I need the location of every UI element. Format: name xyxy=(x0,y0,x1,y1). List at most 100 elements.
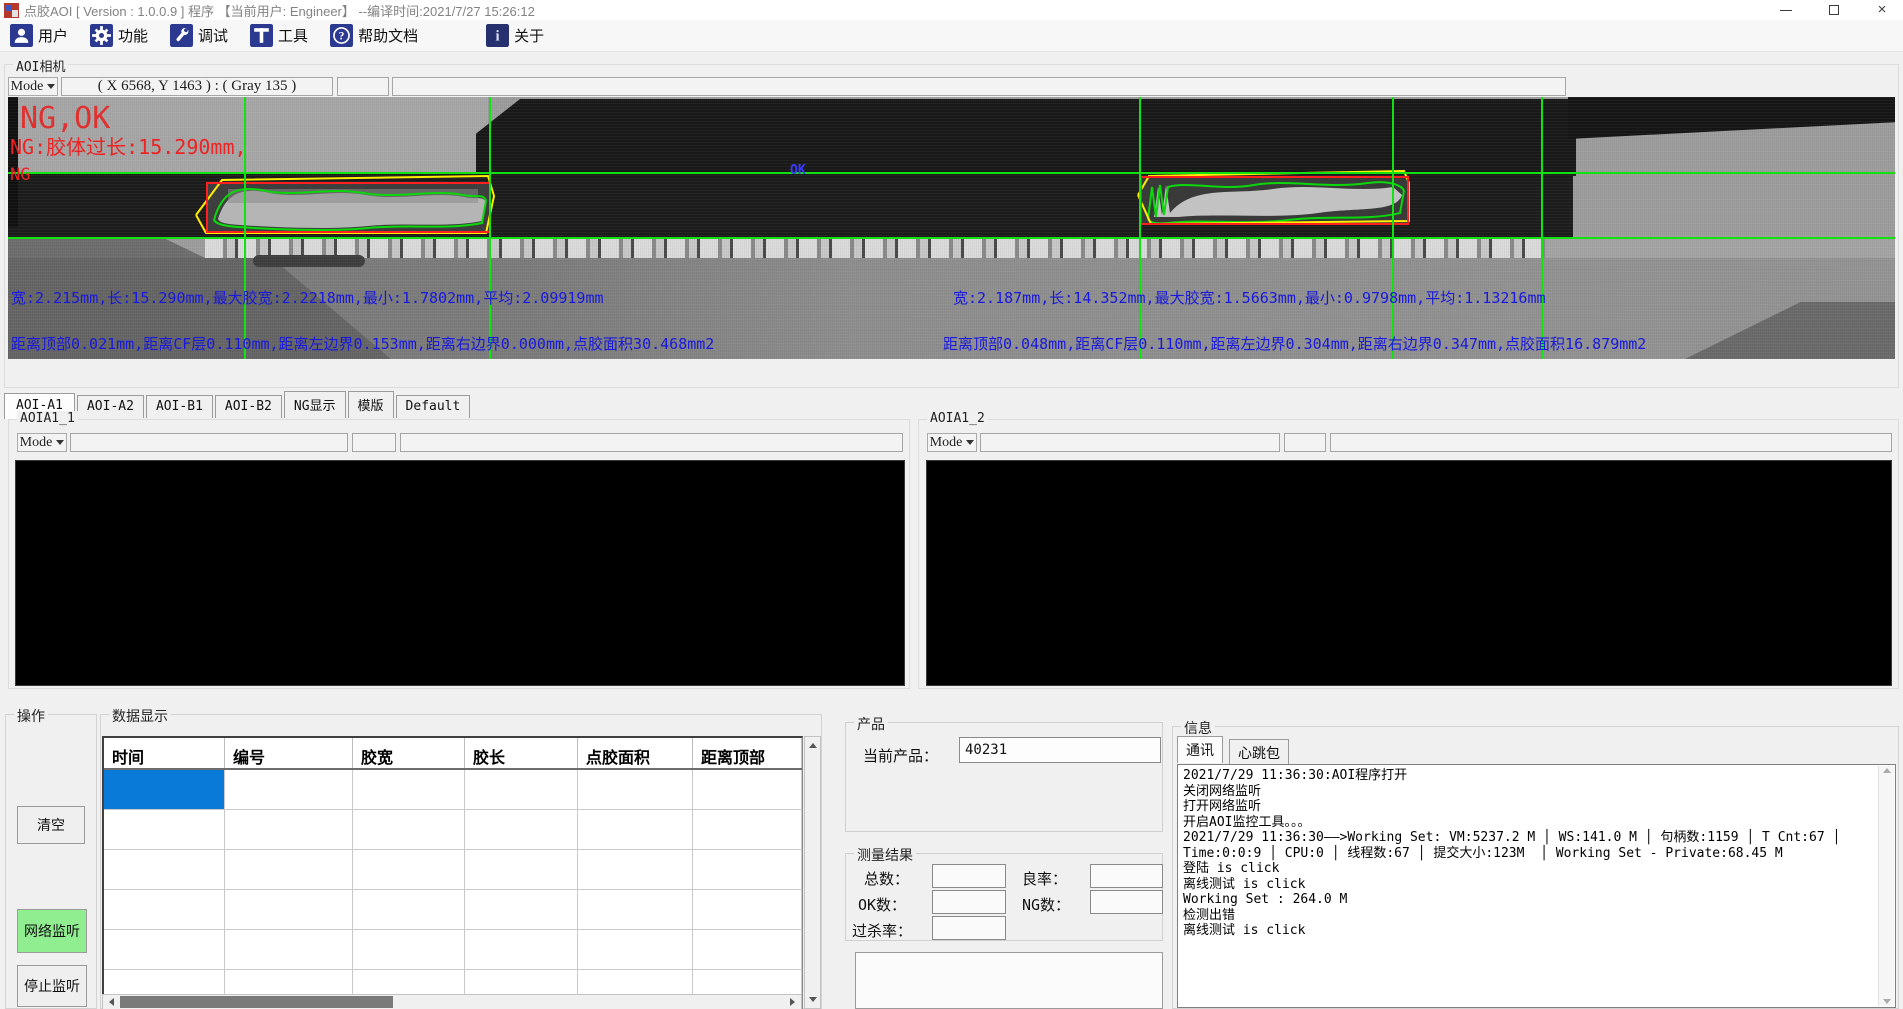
toolbar-help-button[interactable]: ? 帮助文档 xyxy=(330,24,418,47)
maximize-icon[interactable] xyxy=(1827,3,1841,17)
table-cell[interactable] xyxy=(104,850,225,889)
camera-info-box-1[interactable] xyxy=(337,77,389,96)
tab-template[interactable]: 模版 xyxy=(348,391,394,418)
overkill-rate-field[interactable] xyxy=(932,916,1006,940)
camera-mode-dropdown[interactable]: Mode xyxy=(8,77,58,96)
horizontal-scroll-thumb[interactable] xyxy=(120,996,393,1008)
dropdown-arrow-icon xyxy=(47,84,55,89)
toolbar-function-button[interactable]: 功能 xyxy=(90,24,148,47)
log-scrollbar[interactable] xyxy=(1878,766,1894,1006)
column-header-time[interactable]: 时间 xyxy=(104,738,225,768)
tab-heartbeat[interactable]: 心跳包 xyxy=(1229,739,1289,766)
tab-ng-display[interactable]: NG显示 xyxy=(284,391,346,418)
total-count-field[interactable] xyxy=(932,864,1006,888)
table-cell[interactable] xyxy=(693,930,802,969)
table-cell[interactable] xyxy=(104,890,225,929)
panel1-info-box-1[interactable] xyxy=(352,433,396,452)
network-listen-button[interactable]: 网络监听 xyxy=(17,909,87,953)
tab-aoi-b1[interactable]: AOI-B1 xyxy=(146,395,213,418)
panel1-mode-dropdown[interactable]: Mode xyxy=(17,433,67,452)
table-cell[interactable] xyxy=(465,810,578,849)
panel2-image-canvas[interactable] xyxy=(926,460,1892,686)
table-cell[interactable] xyxy=(225,770,353,809)
current-product-input[interactable] xyxy=(959,737,1161,763)
table-cell[interactable] xyxy=(693,810,802,849)
panel1-info-box-2[interactable] xyxy=(400,433,903,452)
table-cell[interactable] xyxy=(353,850,465,889)
panel2-coords-box[interactable] xyxy=(980,433,1280,452)
arrow-down-icon xyxy=(809,997,817,1002)
arrow-up-icon xyxy=(1883,768,1891,773)
tab-default[interactable]: Default xyxy=(396,395,471,418)
panel1-mode-label: Mode xyxy=(20,435,53,451)
table-cell[interactable] xyxy=(353,770,465,809)
log-scroll-up-button[interactable] xyxy=(1879,768,1894,773)
panel2-info-box-2[interactable] xyxy=(1330,433,1892,452)
toolbar-debug-button[interactable]: 调试 xyxy=(170,24,228,47)
table-vertical-scrollbar[interactable] xyxy=(804,736,821,1009)
panel1-coords-box[interactable] xyxy=(70,433,348,452)
measure-left-line2: 距离顶部0.021mm,距离CF层0.110mm,距离左边界0.153mm,距离… xyxy=(11,333,714,354)
selected-cell[interactable] xyxy=(104,770,225,809)
svg-text:i: i xyxy=(496,29,500,45)
camera-coords-box[interactable]: ( X 6568, Y 1463 ) : ( Gray 135 ) xyxy=(61,77,333,96)
clear-button[interactable]: 清空 xyxy=(17,806,85,844)
table-cell[interactable] xyxy=(578,890,693,929)
table-cell[interactable] xyxy=(353,930,465,969)
table-cell[interactable] xyxy=(353,890,465,929)
info-group: 信息 通讯 心跳包 2021/7/29 11:36:30:AOI程序打开 关闭网… xyxy=(1172,726,1899,1009)
column-header-glue-length[interactable]: 胶长 xyxy=(465,738,578,768)
camera-info-box-2[interactable] xyxy=(392,77,1566,96)
table-cell[interactable] xyxy=(225,930,353,969)
panel1-image-canvas[interactable] xyxy=(15,460,905,686)
table-cell[interactable] xyxy=(225,810,353,849)
column-header-glue-area[interactable]: 点胶面积 xyxy=(578,738,693,768)
table-cell[interactable] xyxy=(104,930,225,969)
log-scroll-down-button[interactable] xyxy=(1879,999,1894,1004)
tab-aoi-b2[interactable]: AOI-B2 xyxy=(215,395,282,418)
minimize-icon[interactable] xyxy=(1779,3,1793,17)
table-cell[interactable] xyxy=(693,850,802,889)
toolbar-debug-label: 调试 xyxy=(198,25,228,46)
tab-communication[interactable]: 通讯 xyxy=(1177,736,1223,763)
table-cell[interactable] xyxy=(693,890,802,929)
scroll-down-button[interactable] xyxy=(805,991,820,1008)
tab-aoi-a2[interactable]: AOI-A2 xyxy=(77,395,144,418)
toolbar-about-button[interactable]: i 关于 xyxy=(486,24,544,47)
table-cell[interactable] xyxy=(225,890,353,929)
ok-count-label: OK数： xyxy=(858,894,906,915)
scroll-up-button[interactable] xyxy=(805,737,820,754)
table-horizontal-scrollbar[interactable] xyxy=(102,994,802,1009)
table-cell[interactable] xyxy=(225,850,353,889)
table-cell[interactable] xyxy=(465,770,578,809)
table-cell[interactable] xyxy=(104,810,225,849)
data-display-group: 数据显示 时间 编号 胶宽 胶长 点胶面积 距离顶部 xyxy=(100,714,822,1009)
toolbar-user-button[interactable]: 用户 xyxy=(10,24,68,47)
ng-count-field[interactable] xyxy=(1090,890,1163,914)
toolbar-tools-button[interactable]: 工具 xyxy=(250,24,308,47)
communication-log[interactable]: 2021/7/29 11:36:30:AOI程序打开 关闭网络监听 打开网络监听… xyxy=(1177,764,1896,1008)
panel2-info-box-1[interactable] xyxy=(1284,433,1326,452)
column-header-id[interactable]: 编号 xyxy=(225,738,353,768)
yield-rate-field[interactable] xyxy=(1090,864,1163,888)
panel-aoia1-1: AOIA1_1 Mode xyxy=(8,419,910,689)
stop-listen-button[interactable]: 停止监听 xyxy=(17,965,87,1007)
table-cell[interactable] xyxy=(693,770,802,809)
table-cell[interactable] xyxy=(465,930,578,969)
table-cell[interactable] xyxy=(578,810,693,849)
table-cell[interactable] xyxy=(578,850,693,889)
scroll-left-button[interactable] xyxy=(103,995,120,1009)
close-icon[interactable]: × xyxy=(1875,3,1889,17)
table-row xyxy=(104,810,802,850)
camera-image[interactable]: NG,OK NG:胶体过长:15.290mm, NG OK 宽:2.215mm,… xyxy=(8,97,1895,359)
table-cell[interactable] xyxy=(578,930,693,969)
table-cell[interactable] xyxy=(353,810,465,849)
panel2-mode-dropdown[interactable]: Mode xyxy=(927,433,977,452)
scroll-right-button[interactable] xyxy=(784,995,801,1009)
ok-count-field[interactable] xyxy=(932,890,1006,914)
table-cell[interactable] xyxy=(465,850,578,889)
table-cell[interactable] xyxy=(465,890,578,929)
column-header-glue-width[interactable]: 胶宽 xyxy=(353,738,465,768)
table-cell[interactable] xyxy=(578,770,693,809)
column-header-distance-top[interactable]: 距离顶部 xyxy=(693,738,802,768)
